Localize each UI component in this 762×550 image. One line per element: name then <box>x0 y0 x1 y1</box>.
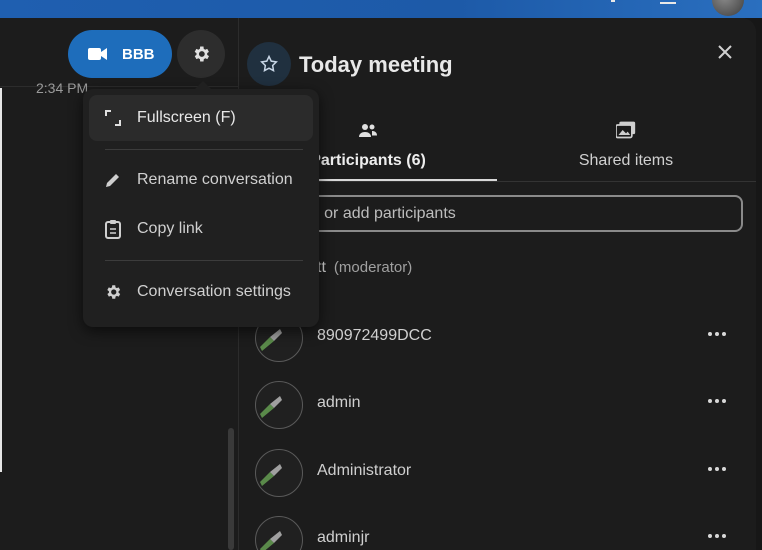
avatar <box>255 449 303 497</box>
tab-participants-label: Participants (6) <box>310 152 426 169</box>
message-timestamp: 2:34 PM <box>36 80 89 96</box>
clipboard-icon <box>103 219 123 239</box>
participant-name: tt (moderator) <box>317 259 413 276</box>
participant-role: (moderator) <box>333 259 413 276</box>
menu-item-copy-link[interactable]: Copy link <box>89 206 313 252</box>
video-icon <box>88 44 108 64</box>
menu-item-conversation-settings[interactable]: Conversation settings <box>89 269 313 315</box>
bell-icon[interactable] <box>606 0 620 6</box>
menu-item-label: Conversation settings <box>137 283 291 300</box>
more-actions-button[interactable] <box>705 524 729 548</box>
gear-icon <box>103 282 123 302</box>
star-icon <box>259 54 279 74</box>
participant-name: Administrator <box>317 462 412 479</box>
menu-arrow <box>194 81 212 90</box>
participant-search-input[interactable]: Search or add participants <box>251 195 743 232</box>
more-actions-button[interactable] <box>705 322 729 346</box>
participant-name: adminjr <box>317 529 370 546</box>
menu-item-fullscreen[interactable]: Fullscreen (F) <box>89 95 313 141</box>
participant-name: 890972499DCC <box>317 327 432 344</box>
conversation-title: Today meeting <box>299 52 453 77</box>
more-actions-button[interactable] <box>705 389 729 413</box>
menu-item-label: Fullscreen (F) <box>137 109 236 126</box>
close-sidebar-button[interactable] <box>713 40 737 64</box>
user-avatar[interactable] <box>712 0 744 16</box>
start-call-button[interactable]: BBB <box>68 30 172 78</box>
people-icon <box>358 120 378 140</box>
menu-separator <box>105 149 303 150</box>
fullscreen-icon <box>103 108 123 128</box>
avatar <box>255 381 303 429</box>
chat-message-edge <box>0 88 2 472</box>
avatar <box>255 516 303 550</box>
menu-item-label: Copy link <box>137 220 203 237</box>
close-icon <box>715 42 735 62</box>
conversation-actions-menu: Fullscreen (F) Rename conversation Copy … <box>83 89 319 327</box>
participant-row[interactable]: admin <box>239 375 756 435</box>
images-icon <box>616 120 636 140</box>
call-button-label: BBB <box>122 45 155 63</box>
conversation-menu-button[interactable] <box>177 30 225 78</box>
participant-row[interactable]: adminjr <box>239 510 756 550</box>
menu-separator <box>105 260 303 261</box>
menu-icon[interactable] <box>660 0 676 6</box>
chat-scrollbar[interactable] <box>228 428 234 550</box>
tab-shared-items[interactable]: Shared items <box>497 120 755 182</box>
favorite-button[interactable] <box>247 42 291 86</box>
pencil-icon <box>103 170 123 190</box>
top-bar <box>0 0 762 18</box>
more-actions-button[interactable] <box>705 457 729 481</box>
participant-row[interactable]: Administrator <box>239 443 756 503</box>
menu-item-rename[interactable]: Rename conversation <box>89 157 313 203</box>
tab-shared-items-label: Shared items <box>578 152 674 169</box>
menu-item-label: Rename conversation <box>137 171 293 188</box>
gear-icon <box>191 44 211 64</box>
participant-name: admin <box>317 394 361 411</box>
